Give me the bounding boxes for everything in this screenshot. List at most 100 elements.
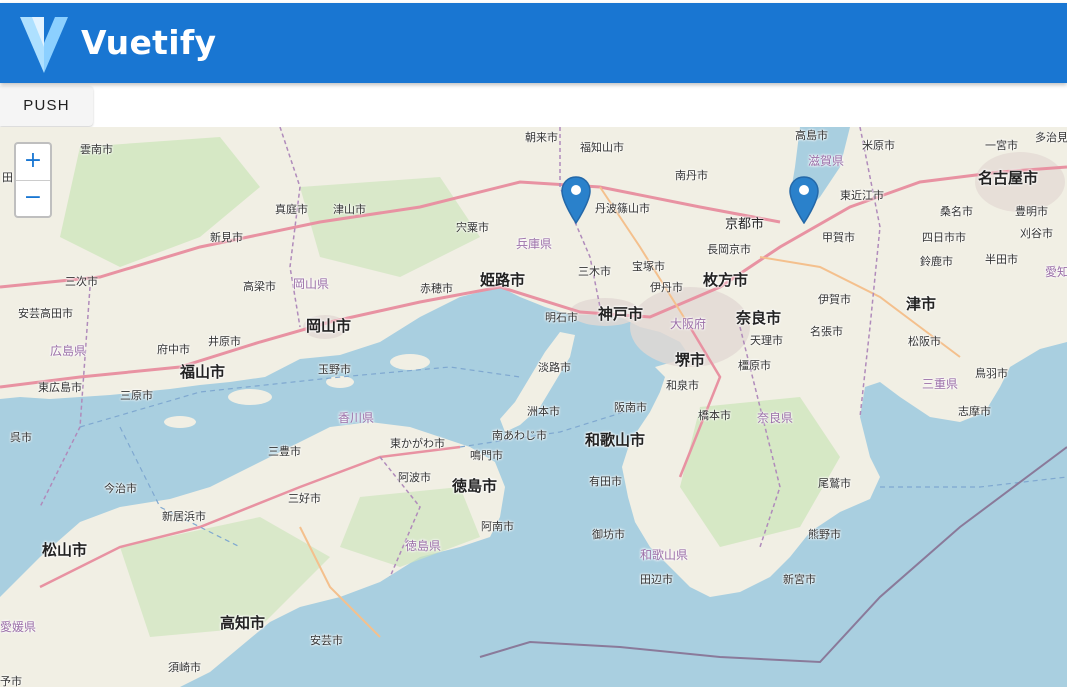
place-label: 岡山市 [306,317,352,335]
place-label: 神戸市 [598,305,644,323]
place-label: 松阪市 [908,335,941,348]
place-label: 滋賀県 [808,154,845,168]
place-label: 新居浜市 [162,510,206,523]
place-label: 広島県 [50,344,87,358]
place-label: 堺市 [675,351,706,369]
app-bar: Vuetify [0,3,1067,83]
place-label: 桑名市 [940,205,973,218]
place-label: 府中市 [157,343,190,356]
place-label: 朝来市 [525,131,558,144]
map-pin-icon[interactable] [789,176,819,224]
place-label: 真庭市 [275,203,308,216]
place-label: 奈良市 [736,309,782,327]
place-label: 呉市 [10,431,32,444]
place-label: 岡山県 [293,277,330,291]
place-label: 伊賀市 [818,293,851,306]
place-label: 福知山市 [580,141,624,154]
place-label: 東広島市 [38,381,82,394]
place-label: 宍粟市 [456,221,489,234]
place-label: 今治市 [104,482,137,495]
place-label: 徳島市 [452,477,498,495]
place-label: 四日市市 [922,231,966,244]
place-label: 阿南市 [481,520,514,533]
place-label: 長岡京市 [707,243,751,256]
place-label: 和歌山県 [640,548,689,562]
place-label: 三好市 [288,492,321,505]
place-label: 橿原市 [738,359,771,372]
place-label: 玉野市 [318,363,351,376]
place-label: 枚方市 [703,271,749,289]
place-label: 甲賀市 [822,231,855,244]
place-label: 三豊市 [268,445,301,458]
place-label: 津市 [906,295,937,313]
place-label: 松山市 [42,541,88,559]
place-label: 福山市 [180,363,226,381]
place-label: 阪南市 [614,401,647,414]
place-label: 鳴門市 [470,449,503,462]
map[interactable]: 朝来市 福知山市 南丹市 高島市 米原市 多治見 雲南市 田 丹波篠山市 滋賀県… [0,127,1067,687]
place-label: 阿波市 [398,471,431,484]
place-label: 米原市 [862,139,895,152]
place-label: 兵庫県 [516,237,553,251]
map-pin-icon[interactable] [561,176,591,224]
place-label: 高梁市 [243,280,276,293]
place-label: 愛知 [1045,265,1067,279]
place-label: 名古屋市 [978,169,1039,187]
place-label: 田辺市 [640,573,673,586]
place-label: 赤穂市 [420,282,453,295]
place-label: 香川県 [338,411,375,425]
place-label: 豊明市 [1015,205,1048,218]
place-label: 多治見 [1035,131,1067,144]
place-label: 安芸高田市 [18,307,73,320]
place-label: 半田市 [985,253,1018,266]
place-label: 丹波篠山市 [595,202,650,215]
place-label: 明石市 [545,311,578,324]
place-label: 熊野市 [808,528,841,541]
place-label: 鈴鹿市 [920,255,953,268]
place-label: 刈谷市 [1020,227,1053,240]
zoom-control: + − [14,142,52,218]
place-label: 高知市 [220,614,266,632]
place-label: 鳥羽市 [975,367,1008,380]
place-label: 須崎市 [168,661,201,674]
place-label: 三次市 [65,275,98,288]
zoom-in-button[interactable]: + [16,144,50,181]
push-button[interactable]: PUSH [0,86,93,126]
place-label: 淡路市 [538,361,571,374]
place-label: 奈良県 [757,411,794,425]
place-label: 尾鷲市 [818,477,851,490]
place-label: 徳島県 [405,539,442,553]
place-label: 三原市 [120,389,153,402]
place-label: 田 [2,171,13,184]
place-label: 南丹市 [675,169,708,182]
place-label: 宝塚市 [632,260,665,273]
place-label: 橋本市 [698,409,731,422]
place-label: 東かがわ市 [390,437,445,450]
place-label: 高島市 [795,129,828,142]
place-label: 和泉市 [666,379,699,392]
zoom-out-button[interactable]: − [16,181,50,217]
place-label: 井原市 [208,335,241,348]
place-label: 雲南市 [80,143,113,156]
place-label: 南あわじ市 [492,429,547,442]
place-label: 三重県 [922,377,959,391]
place-label: 名張市 [810,325,843,338]
place-label: 伊丹市 [650,281,683,294]
place-label: 津山市 [333,203,366,216]
place-label: 天理市 [750,334,783,347]
place-label: 和歌山市 [585,431,646,449]
vuetify-logo-icon [20,17,68,73]
place-label: 洲本市 [527,405,560,418]
place-label: 大阪府 [670,317,707,331]
place-label: 有田市 [589,475,622,488]
place-label: 愛媛県 [0,620,37,634]
place-label: 東近江市 [840,189,884,202]
place-label: 新見市 [210,231,243,244]
app-title: Vuetify [81,23,217,62]
place-label: 志摩市 [958,405,991,418]
place-label: 一宮市 [985,139,1018,152]
place-label: 安芸市 [310,634,343,647]
place-label: 京都市 [725,217,765,232]
place-label: 予市 [0,675,22,687]
place-label: 御坊市 [592,528,625,541]
